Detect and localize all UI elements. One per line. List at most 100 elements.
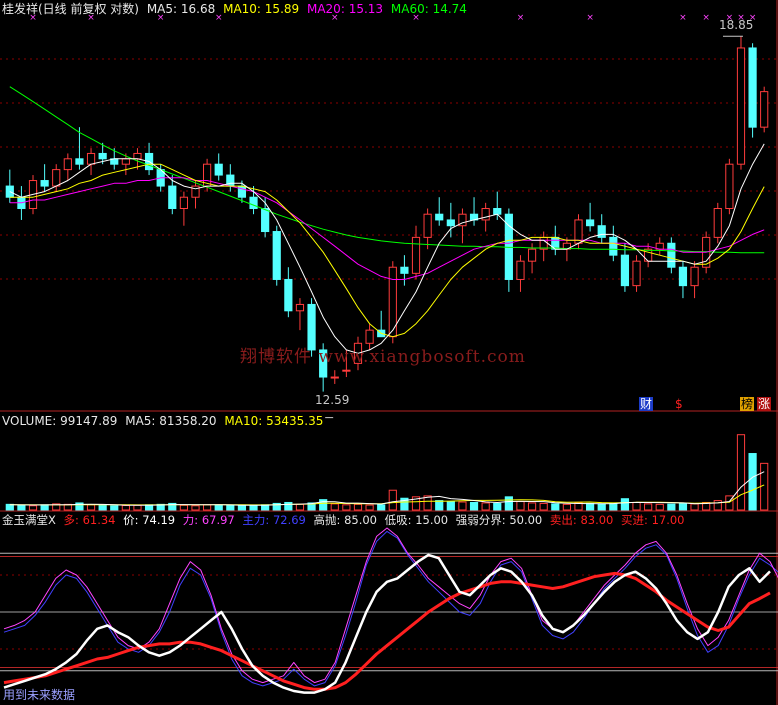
ma5-label: MA5: 16.68 [147, 2, 215, 16]
candle-down [249, 196, 258, 210]
volume-bar-up [539, 502, 548, 511]
volume-bar-down [98, 504, 107, 511]
li-value: 67.97 [201, 513, 235, 527]
volume-bar-down [667, 503, 676, 511]
li-label-text: 力: [182, 513, 199, 527]
signal-marker: × [517, 13, 525, 23]
candle-up [121, 158, 130, 165]
candle-down [75, 158, 84, 165]
volume-bar-down [620, 498, 630, 511]
volume-bar-up [632, 501, 641, 511]
volume-bar-down [17, 504, 26, 511]
candle-up [760, 91, 769, 128]
volume-bar-up [353, 503, 363, 511]
volume-bar-down [214, 504, 223, 511]
signal-marker: × [702, 13, 710, 23]
zhuli-label: 主力: 72.69 [242, 513, 305, 527]
qiangruo-value: 50.00 [509, 513, 543, 527]
candle-up [690, 266, 699, 287]
ma60-value: 14.74 [432, 2, 467, 16]
ma10-label: MA10: 15.89 [223, 2, 299, 16]
candle-up [644, 248, 653, 262]
vol-ma10-label-text: MA10: [224, 414, 263, 428]
maijin-value: 17.00 [651, 513, 685, 527]
candle-up [342, 369, 351, 372]
qiangruo-label-text: 强弱分界: [455, 513, 506, 527]
volume-bar-up [760, 462, 769, 511]
volume-value: 99147.89 [60, 414, 118, 428]
ma10-label-text: MA10: [223, 2, 261, 16]
dollar-tag[interactable]: $ [674, 397, 684, 411]
volume-bar-up [330, 503, 339, 511]
indicator-panel [0, 527, 778, 694]
candle-up [574, 219, 583, 244]
zhuli-value: 72.69 [272, 513, 306, 527]
zhuli-line [3, 530, 778, 687]
stock-title: 桂发祥(日线 前复权 对数) [2, 2, 139, 16]
duo-label: 多: 61.34 [64, 513, 116, 527]
volume-bar-down [493, 502, 502, 511]
volume-ma10-line [9, 484, 765, 506]
ma5-value: 16.68 [180, 2, 216, 16]
price-header: 桂发祥(日线 前复权 对数) MA5: 16.68 MA10: 15.89 MA… [2, 2, 471, 16]
candle-up [516, 260, 525, 280]
volume-bar-up [562, 503, 571, 511]
bang-tag[interactable]: 榜 [740, 397, 755, 411]
jia-label-text: 价: [123, 513, 139, 527]
volume-label: VOLUME: 99147.89 [2, 414, 117, 428]
ma20-line [9, 177, 765, 280]
candle-down [435, 213, 444, 221]
volume-header: VOLUME: 99147.89 MA5: 81358.20 MA10: 534… [2, 414, 327, 428]
candle-up [725, 163, 734, 210]
candle-down [620, 254, 630, 287]
volume-bar-up [388, 489, 397, 511]
volume-bar-down [377, 504, 386, 511]
watermark: 翔博软件 www.xiangbosoft.com [240, 347, 526, 367]
li-label: 力: 67.97 [183, 513, 235, 527]
candle-down [98, 152, 107, 160]
volume-bar-down [551, 503, 560, 511]
candle-down [667, 242, 676, 268]
zhuli-label-text: 主力: [242, 513, 270, 527]
volume-bar-down [40, 504, 49, 511]
candle-down [40, 180, 49, 187]
candle-down [284, 278, 293, 312]
volume-bar-up [655, 503, 664, 511]
cai-tag[interactable]: 财 [639, 397, 654, 411]
candle-up [527, 248, 537, 262]
zhang-tag[interactable]: 涨 [757, 397, 772, 411]
volume-bar-up [28, 505, 38, 511]
qiangruo-label: 强弱分界: 50.00 [456, 513, 542, 527]
volume-bar-up [86, 504, 96, 511]
candle-up [736, 47, 746, 165]
volume-bar-down [586, 502, 595, 511]
gaopao-label: 高抛: 85.00 [314, 513, 377, 527]
candle-up [52, 169, 61, 187]
ma10-value: 15.89 [264, 2, 300, 16]
maichu-label-text: 卖出: [549, 513, 577, 527]
vol-ma10-value: 53435.35 [266, 414, 324, 428]
candle-up [632, 260, 641, 287]
jia-label: 价: 74.19 [123, 513, 175, 527]
volume-bar-up [365, 504, 374, 511]
volume-bar-down [609, 502, 618, 511]
volume-bar-up [481, 502, 490, 511]
candle-up [539, 236, 548, 250]
candle-up [133, 152, 142, 160]
candle-up [179, 196, 188, 210]
candle-down [586, 219, 595, 227]
ma60-label-text: MA60: [390, 2, 429, 16]
candle-down [168, 185, 177, 210]
indicator-title: 金玉满堂X [2, 513, 56, 527]
volume-bar-down [446, 501, 455, 511]
future-data-note: 用到未来数据 [3, 688, 76, 702]
candle-down [748, 47, 757, 128]
vol-ma5-label: MA5: 81358.20 [125, 414, 216, 428]
duo-value: 61.34 [82, 513, 116, 527]
ma5-label-text: MA5: [146, 2, 178, 16]
volume-bar-down [110, 505, 119, 511]
candle-up [330, 376, 339, 379]
volume-bar-up [121, 505, 130, 511]
ma20-value: 15.13 [348, 2, 384, 16]
candle-down [597, 225, 606, 238]
